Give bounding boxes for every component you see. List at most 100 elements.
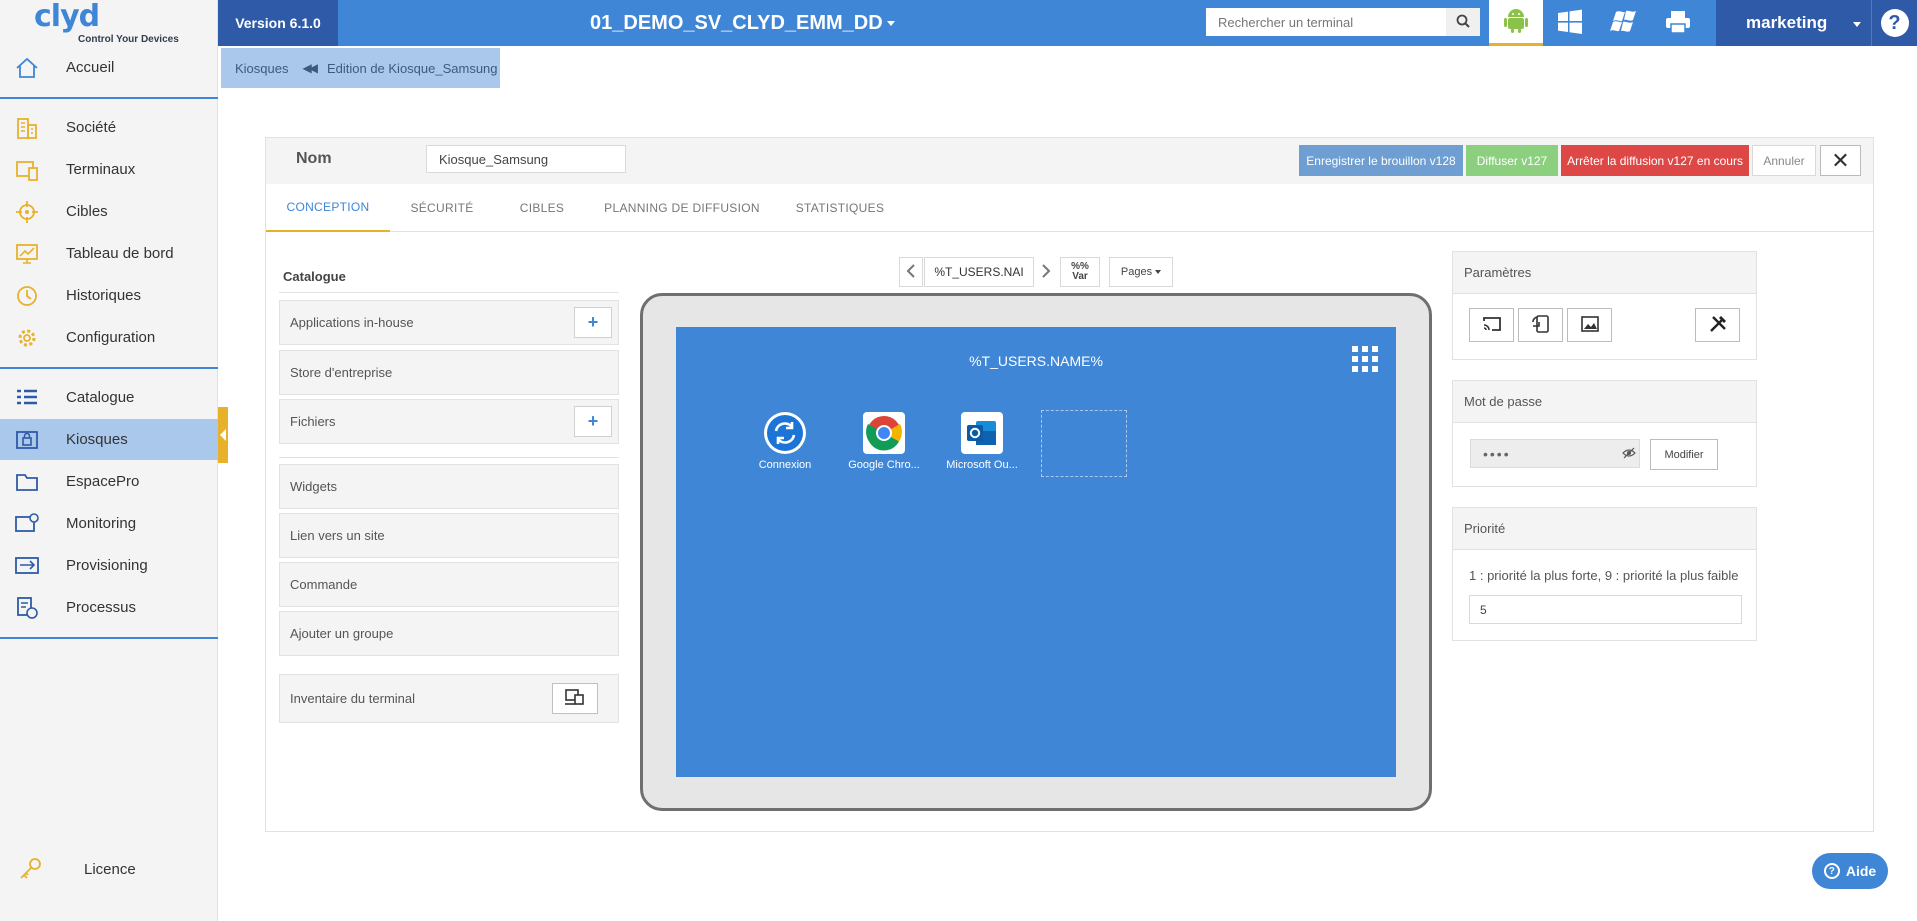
catalogue-item-fichiers[interactable]: Fichiers + xyxy=(279,399,619,444)
clyd-logo[interactable]: clyd Control Your Devices xyxy=(34,2,194,46)
tab-conception[interactable]: CONCEPTION xyxy=(266,184,390,232)
kiosk-icon xyxy=(14,428,40,452)
inventory-button[interactable] xyxy=(552,683,598,714)
user-menu[interactable]: marketing xyxy=(1716,0,1871,46)
kiosk-screen[interactable] xyxy=(676,327,1396,777)
stop-publish-button[interactable]: Arrêter la diffusion v127 en cours xyxy=(1561,145,1749,176)
tab-planning[interactable]: PLANNING DE DIFFUSION xyxy=(590,184,774,232)
tab-statistiques[interactable]: STATISTIQUES xyxy=(774,184,906,232)
eye-slash-icon[interactable] xyxy=(1621,445,1637,461)
next-variable-button[interactable] xyxy=(1034,257,1058,287)
catalogue-item-label: Ajouter un groupe xyxy=(290,626,394,641)
sidebar-item-processus[interactable]: Processus xyxy=(0,587,218,628)
filter-printer-button[interactable] xyxy=(1651,0,1705,46)
rotation-icon xyxy=(1531,314,1551,337)
help-button[interactable]: ? Aide xyxy=(1812,853,1888,889)
priority-description: 1 : priorité la plus forte, 9 : priorité… xyxy=(1469,568,1739,583)
windows-icon xyxy=(1556,8,1584,39)
empty-app-slot[interactable] xyxy=(1041,410,1127,477)
kiosk-name-input[interactable] xyxy=(426,145,626,173)
cast-button[interactable] xyxy=(1469,308,1514,342)
chevron-down-icon xyxy=(886,20,895,26)
rotation-button[interactable] xyxy=(1518,308,1563,342)
tab-securite[interactable]: SÉCURITÉ xyxy=(390,184,494,232)
sidebar-collapse-handle[interactable] xyxy=(218,407,228,463)
app-label: Google Chro... xyxy=(848,459,920,471)
building-icon xyxy=(14,116,40,140)
dashboard-icon xyxy=(14,242,40,266)
catalog-icon xyxy=(14,386,40,410)
tab-cibles[interactable]: CIBLES xyxy=(494,184,590,232)
version-badge: Version 6.1.0 xyxy=(218,0,338,46)
project-selector[interactable]: 01_DEMO_SV_CLYD_EMM_DD xyxy=(590,0,895,46)
sidebar-item-catalogue[interactable]: Catalogue xyxy=(0,377,218,418)
sidebar-item-monitoring[interactable]: Monitoring xyxy=(0,503,218,544)
app-drawer-icon[interactable] xyxy=(1352,346,1378,372)
catalogue-item-applications[interactable]: Applications in-house + xyxy=(279,300,619,345)
filter-android-button[interactable] xyxy=(1489,0,1543,46)
modify-password-button[interactable]: Modifier xyxy=(1650,439,1718,470)
help-top-button[interactable]: ? xyxy=(1871,0,1917,46)
save-draft-button[interactable]: Enregistrer le brouillon v128 xyxy=(1299,145,1463,176)
catalogue-item-widgets[interactable]: Widgets xyxy=(279,464,619,509)
catalogue-item-commande[interactable]: Commande xyxy=(279,562,619,607)
advanced-settings-button[interactable] xyxy=(1695,308,1740,342)
previous-variable-button[interactable] xyxy=(899,257,923,287)
search-input[interactable] xyxy=(1206,8,1446,36)
inventory-icon xyxy=(564,688,586,709)
logo-mark: clyd xyxy=(34,0,100,34)
sidebar-item-kiosques[interactable]: Kiosques xyxy=(0,419,218,460)
sidebar-divider xyxy=(0,637,218,639)
kiosk-app[interactable]: Connexion xyxy=(745,411,825,471)
kiosk-app[interactable]: Microsoft Ou... xyxy=(942,411,1022,471)
history-icon xyxy=(14,284,40,308)
filter-windows-button[interactable] xyxy=(1543,0,1597,46)
insert-variable-button[interactable]: %% Var xyxy=(1060,257,1100,287)
gear-icon xyxy=(14,326,40,350)
catalogue-item-store[interactable]: Store d'entreprise xyxy=(279,350,619,395)
sidebar-item-configuration[interactable]: Configuration xyxy=(0,317,218,358)
catalogue-item-groupe[interactable]: Ajouter un groupe xyxy=(279,611,619,656)
wallpaper-button[interactable] xyxy=(1567,308,1612,342)
sidebar-item-label: Cibles xyxy=(66,203,108,220)
variable-field[interactable]: %T_USERS.NAI xyxy=(924,257,1034,287)
licence-label: Licence xyxy=(84,861,136,878)
catalogue-item-lien[interactable]: Lien vers un site xyxy=(279,513,619,558)
sidebar-item-terminaux[interactable]: Terminaux xyxy=(0,149,218,190)
help-label: Aide xyxy=(1845,863,1877,879)
add-file-button[interactable]: + xyxy=(574,406,612,437)
back-arrow-icon[interactable]: ◀◀ xyxy=(302,61,318,75)
target-icon xyxy=(14,200,40,224)
sidebar-item-label: Configuration xyxy=(66,329,156,346)
catalogue-item-inventaire[interactable]: Inventaire du terminal xyxy=(279,674,619,723)
sidebar-item-label: EspacePro xyxy=(66,473,140,490)
breadcrumb-parent[interactable]: Kiosques xyxy=(235,61,288,76)
password-field[interactable]: •••• xyxy=(1470,439,1640,468)
pages-dropdown[interactable]: Pages xyxy=(1109,257,1173,287)
sidebar-item-licence[interactable]: Licence xyxy=(0,850,218,890)
search-button[interactable] xyxy=(1446,8,1480,36)
sidebar-item-espacepro[interactable]: EspacePro xyxy=(0,461,218,502)
publish-button[interactable]: Diffuser v127 xyxy=(1466,145,1558,176)
sidebar-item-label: Processus xyxy=(66,599,137,616)
sidebar-item-cibles[interactable]: Cibles xyxy=(0,191,218,232)
kiosk-app[interactable]: Google Chro... xyxy=(844,411,924,471)
provisioning-icon xyxy=(14,554,40,578)
add-application-button[interactable]: + xyxy=(574,307,612,338)
filter-windows-legacy-button[interactable] xyxy=(1597,0,1651,46)
screen-title[interactable]: %T_USERS.NAME% xyxy=(676,353,1396,369)
priority-input[interactable] xyxy=(1469,595,1742,624)
sidebar-item-historiques[interactable]: Historiques xyxy=(0,275,218,316)
windows-xp-icon xyxy=(1610,9,1638,38)
priority-box: Priorité 1 : priorité la plus forte, 9 :… xyxy=(1452,507,1757,641)
sidebar-item-provisioning[interactable]: Provisioning xyxy=(0,545,218,586)
sidebar-item-label: Catalogue xyxy=(66,389,135,406)
breadcrumb-current: Edition de Kiosque_Samsung xyxy=(326,60,498,76)
sidebar-item-accueil[interactable]: Accueil xyxy=(0,47,218,88)
sidebar-item-tableau-de-bord[interactable]: Tableau de bord xyxy=(0,233,218,274)
cancel-button[interactable]: Annuler xyxy=(1752,145,1816,176)
sidebar-item-societe[interactable]: Société xyxy=(0,107,218,148)
close-button[interactable]: ✕ xyxy=(1820,145,1861,176)
catalogue-item-label: Widgets xyxy=(290,479,337,494)
folder-icon xyxy=(14,470,40,494)
